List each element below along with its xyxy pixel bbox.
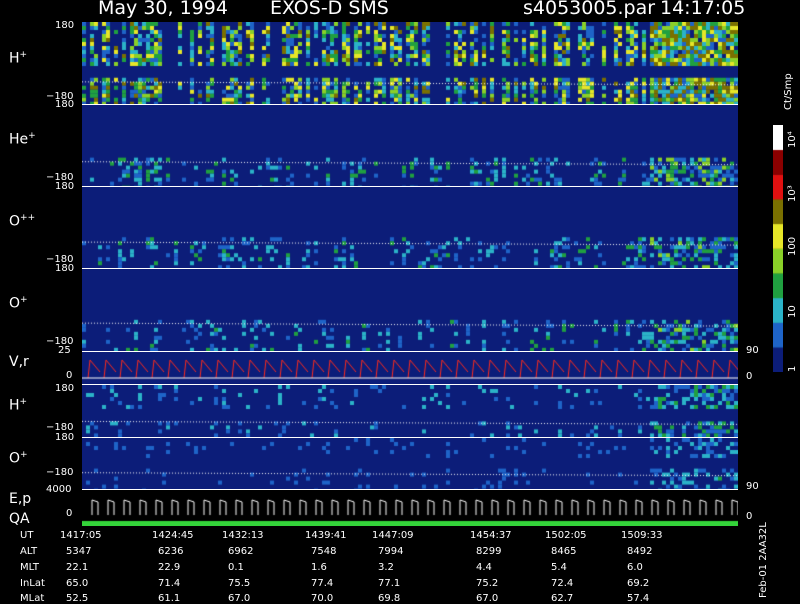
file-name: s4053005.par: [523, 0, 656, 19]
ephem-cell: 75.5: [228, 578, 251, 589]
colorbar-tick-100: 100: [787, 236, 798, 256]
panel-he-plus: [82, 105, 738, 186]
colorbar: [773, 125, 783, 372]
ephem-cell: 0.1: [228, 562, 244, 573]
label-energy: E,p: [9, 491, 32, 507]
ephem-cell: 1439:41: [305, 530, 347, 541]
ephem-cell: 71.4: [158, 578, 181, 589]
panel-o-plus-plus: [82, 187, 738, 268]
plot-time: 14:17:05: [660, 0, 746, 19]
instrument-name: EXOS-D SMS: [270, 0, 389, 19]
colorbar-tick-10: 10: [787, 305, 798, 318]
ephem-cell: 77.4: [311, 578, 334, 589]
ytick-top-5: 180: [55, 383, 75, 394]
ytick-top-1: 180: [55, 99, 75, 110]
ephem-cell: 72.4: [551, 578, 574, 589]
ephem-label: UT: [20, 530, 34, 541]
label-o-plus-1: O+: [9, 295, 28, 312]
ephem-cell: 6.0: [627, 562, 643, 573]
ephem-cell: 69.2: [627, 578, 650, 589]
ephem-cell: 67.0: [476, 593, 499, 604]
ephem-cell: 57.4: [627, 593, 650, 604]
ytick-top-6: 180: [55, 432, 75, 443]
ephem-cell: 5.4: [551, 562, 567, 573]
label-qa: QA: [9, 511, 30, 527]
colorbar-tick-1: 1: [787, 365, 798, 372]
ytick-bot-6: −180: [46, 467, 74, 478]
ephem-cell: 5347: [66, 546, 92, 557]
label-o-plus-2: O+: [9, 450, 28, 467]
panel-h-plus-1: [82, 22, 738, 104]
ephem-cell: 75.2: [476, 578, 499, 589]
label-velocity: V,r: [9, 354, 29, 370]
ephem-label: MLT: [20, 562, 39, 573]
ephem-cell: 7994: [378, 546, 404, 557]
ephem-cell: 1509:33: [621, 530, 663, 541]
ephem-cell: 69.8: [378, 593, 401, 604]
label-h-plus-2: H+: [9, 397, 28, 414]
rtick-top-4: 90: [746, 345, 759, 356]
ephem-cell: 1447:09: [372, 530, 414, 541]
label-o-plus-plus: O++: [9, 213, 36, 230]
rtick-top-8: 0: [746, 511, 753, 522]
label-he-plus: He+: [9, 131, 36, 148]
ephem-cell: 8465: [551, 546, 577, 557]
colorbar-tick-10000: 10⁴: [787, 131, 798, 148]
rtick-top-7: 90: [746, 481, 759, 492]
ephem-cell: 22.9: [158, 562, 181, 573]
ephem-cell: 1432:13: [222, 530, 264, 541]
ephem-cell: 52.5: [66, 593, 89, 604]
ephem-label: ALT: [20, 546, 38, 557]
ephem-cell: 1.6: [311, 562, 327, 573]
ephem-cell: 4.4: [476, 562, 492, 573]
ephem-label: InLat: [20, 578, 45, 589]
colorbar-unit: Ct/Smp: [783, 73, 794, 110]
panel-o-plus-1: [82, 269, 738, 351]
ephem-cell: 1417:05: [60, 530, 102, 541]
ephem-cell: 61.1: [158, 593, 181, 604]
panel-o-plus-2: [82, 438, 738, 489]
ephem-cell: 70.0: [311, 593, 334, 604]
ytick-bot-4: 0: [66, 370, 73, 381]
ephem-cell: 22.1: [66, 562, 89, 573]
ytick-top-7: 4000: [46, 484, 72, 495]
rtick-bot-4: 0: [746, 371, 753, 382]
ephem-cell: 1424:45: [152, 530, 194, 541]
ephem-cell: 65.0: [66, 578, 89, 589]
panel-energy-qa: [82, 490, 738, 526]
ytick-top-0: 180: [55, 20, 75, 31]
ephem-cell: 6236: [158, 546, 184, 557]
colorbar-tick-1000: 10³: [787, 185, 798, 202]
ephem-cell: 8299: [476, 546, 502, 557]
ytick-top-2: 180: [55, 181, 75, 192]
label-h-plus-1: H+: [9, 50, 28, 67]
ephem-cell: 62.7: [551, 593, 574, 604]
panel-velocity: [82, 352, 738, 384]
ephem-cell: 7548: [311, 546, 337, 557]
ephem-cell: 3.2: [378, 562, 394, 573]
ytick-top-4: 25: [58, 345, 71, 356]
ephem-label: MLat: [20, 593, 45, 604]
ephem-cell: 6962: [228, 546, 254, 557]
ytick-top-3: 180: [55, 263, 75, 274]
ephem-cell: 77.1: [378, 578, 401, 589]
ephem-cell: 8492: [627, 546, 653, 557]
ephem-cell: 1454:37: [470, 530, 512, 541]
plot-date: May 30, 1994: [98, 0, 228, 19]
ephem-cell: 1502:05: [545, 530, 587, 541]
footer-label: Feb-01 2AA32L: [758, 522, 769, 598]
ytick-top-8: 0: [66, 508, 73, 519]
panel-h-plus-2: [82, 385, 738, 437]
ephem-cell: 67.0: [228, 593, 251, 604]
